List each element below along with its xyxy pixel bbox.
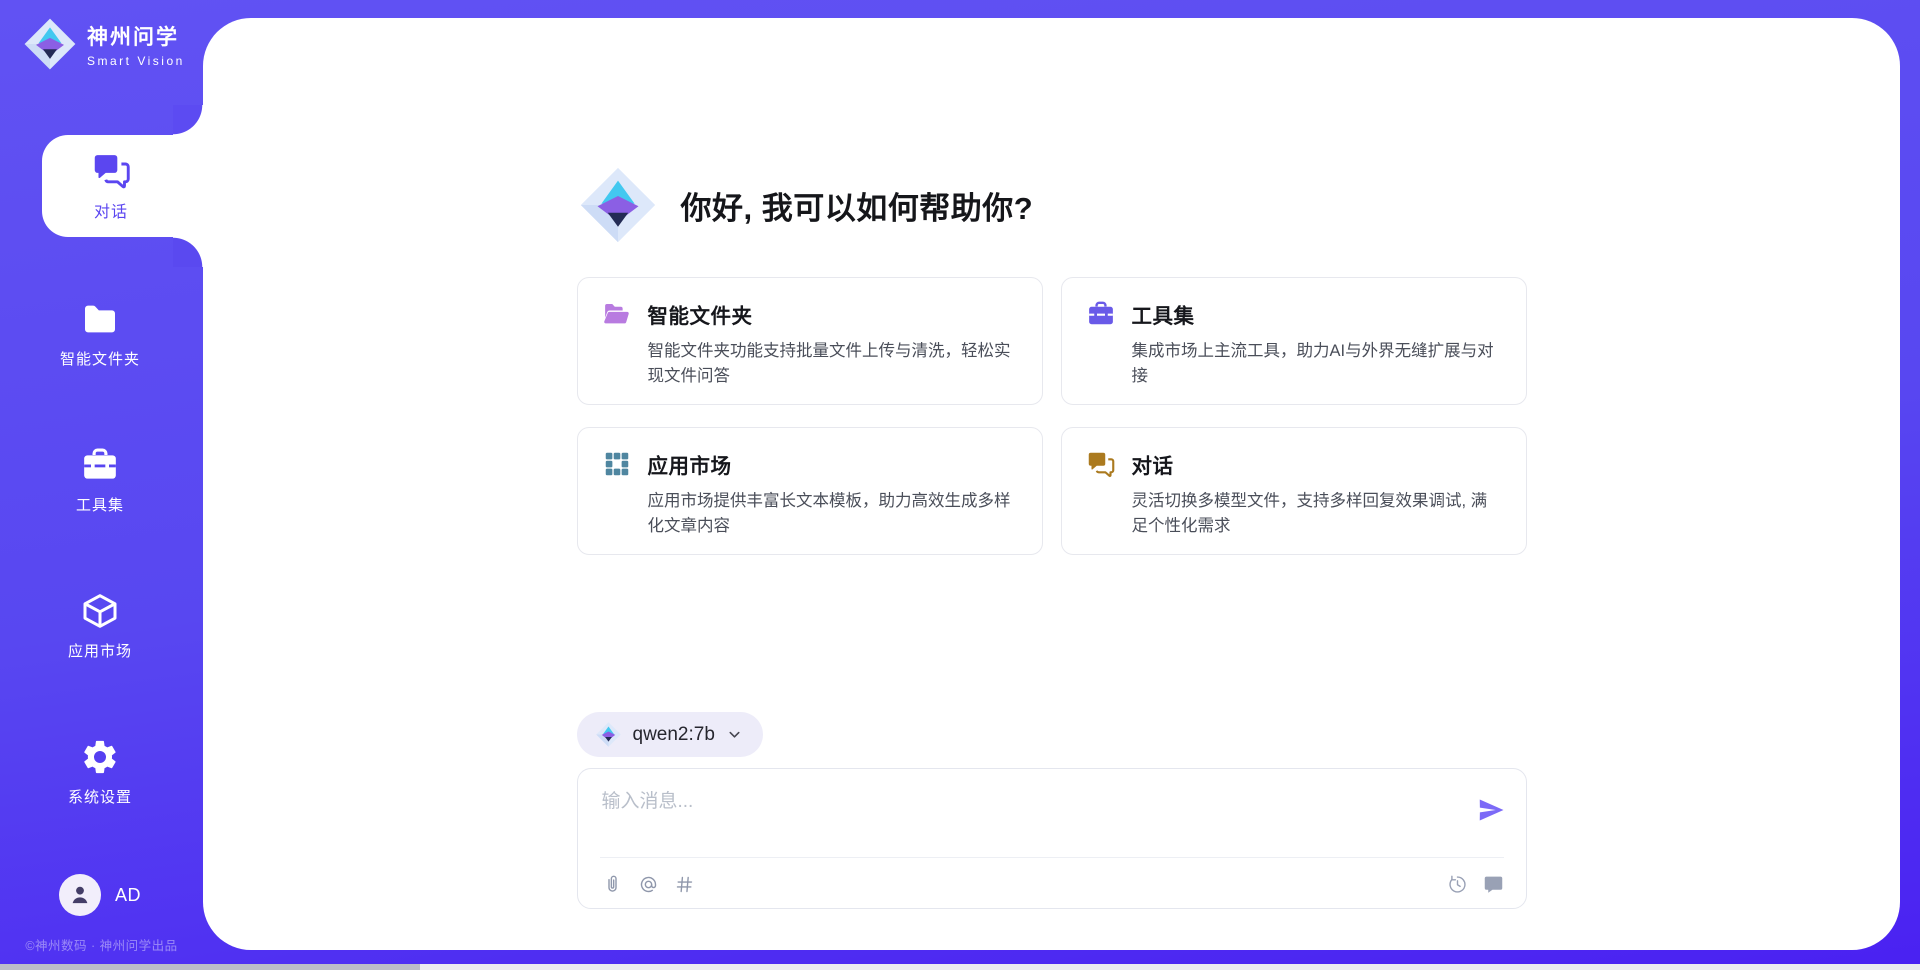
folder-icon [80, 299, 120, 339]
avatar [59, 874, 101, 916]
model-logo-icon [595, 721, 622, 748]
paperclip-icon[interactable] [602, 874, 623, 895]
briefcase-icon [80, 445, 120, 485]
center-column: 你好, 我可以如何帮助你? 智能文件夹 智能文件夹功能支持批量文件上传与清洗，轻… [577, 18, 1527, 950]
hash-icon[interactable] [674, 874, 695, 895]
chat-bubble-icon[interactable] [1483, 874, 1504, 895]
grid-icon [602, 449, 632, 479]
message-input[interactable] [602, 786, 1452, 844]
brand-name-zh: 神州问学 [87, 21, 185, 51]
card-smart-folder[interactable]: 智能文件夹 智能文件夹功能支持批量文件上传与清洗，轻松实现文件问答 [577, 277, 1043, 405]
card-title: 智能文件夹 [648, 299, 753, 329]
folder-open-icon [602, 299, 632, 329]
card-chat[interactable]: 对话 灵活切换多模型文件，支持多样回复效果调试, 满足个性化需求 [1061, 427, 1527, 555]
feature-cards: 智能文件夹 智能文件夹功能支持批量文件上传与清洗，轻松实现文件问答 工具集 集成… [577, 277, 1527, 555]
card-title: 应用市场 [648, 449, 732, 479]
cube-icon [80, 591, 120, 631]
sidebar-item-app-market[interactable]: 应用市场 [0, 576, 200, 676]
sidebar-footer: ©神州数码 · 神州问学出品 [0, 935, 203, 954]
chevron-down-icon [726, 726, 743, 743]
user-avatar-icon [67, 882, 93, 908]
send-button[interactable] [1476, 795, 1506, 825]
chat-icon [91, 150, 132, 191]
message-composer [577, 768, 1527, 909]
sidebar: 神州问学 Smart Vision 对话 智能文件夹 工具集 应用市场 系统设置… [0, 0, 203, 970]
sidebar-item-settings[interactable]: 系统设置 [0, 722, 200, 822]
tab-fillet-bottom [173, 237, 203, 267]
card-description: 应用市场提供丰富长文本模板，助力高效生成多样化文章内容 [648, 489, 1018, 539]
greeting-text: 你好, 我可以如何帮助你? [681, 183, 1034, 228]
card-app-market[interactable]: 应用市场 应用市场提供丰富长文本模板，助力高效生成多样化文章内容 [577, 427, 1043, 555]
scrollbar-thumb[interactable] [0, 964, 420, 970]
composer-divider [600, 857, 1504, 858]
card-description: 智能文件夹功能支持批量文件上传与清洗，轻松实现文件问答 [648, 339, 1018, 389]
sidebar-item-chat[interactable]: 对话 [42, 135, 225, 237]
greeting-row: 你好, 我可以如何帮助你? [577, 163, 1527, 247]
chat-icon [1086, 449, 1116, 479]
brand-name-en: Smart Vision [87, 54, 185, 68]
card-title: 对话 [1132, 449, 1174, 479]
horizontal-scrollbar[interactable] [0, 964, 1920, 970]
sidebar-item-toolset[interactable]: 工具集 [0, 430, 200, 530]
card-toolset[interactable]: 工具集 集成市场上主流工具，助力AI与外界无缝扩展与对接 [1061, 277, 1527, 405]
briefcase-icon [1086, 299, 1116, 329]
gear-icon [80, 737, 120, 777]
at-sign-icon[interactable] [638, 874, 659, 895]
brand-logo: 神州问学 Smart Vision [22, 16, 185, 72]
user-name: AD [115, 885, 141, 906]
card-title: 工具集 [1132, 299, 1195, 329]
card-description: 灵活切换多模型文件，支持多样回复效果调试, 满足个性化需求 [1132, 489, 1502, 539]
brand-gem-icon [577, 164, 659, 246]
main-content-panel: 你好, 我可以如何帮助你? 智能文件夹 智能文件夹功能支持批量文件上传与清洗，轻… [203, 18, 1900, 950]
card-description: 集成市场上主流工具，助力AI与外界无缝扩展与对接 [1132, 339, 1502, 389]
model-name: qwen2:7b [633, 724, 715, 746]
user-account[interactable]: AD [0, 870, 200, 920]
send-icon [1476, 795, 1506, 825]
tab-fillet-top [173, 105, 203, 135]
composer-toolbar [602, 870, 1504, 898]
model-selector[interactable]: qwen2:7b [577, 712, 763, 757]
sidebar-item-smart-folder[interactable]: 智能文件夹 [0, 284, 200, 384]
diamond-gem-icon [22, 16, 78, 72]
history-icon[interactable] [1447, 874, 1468, 895]
